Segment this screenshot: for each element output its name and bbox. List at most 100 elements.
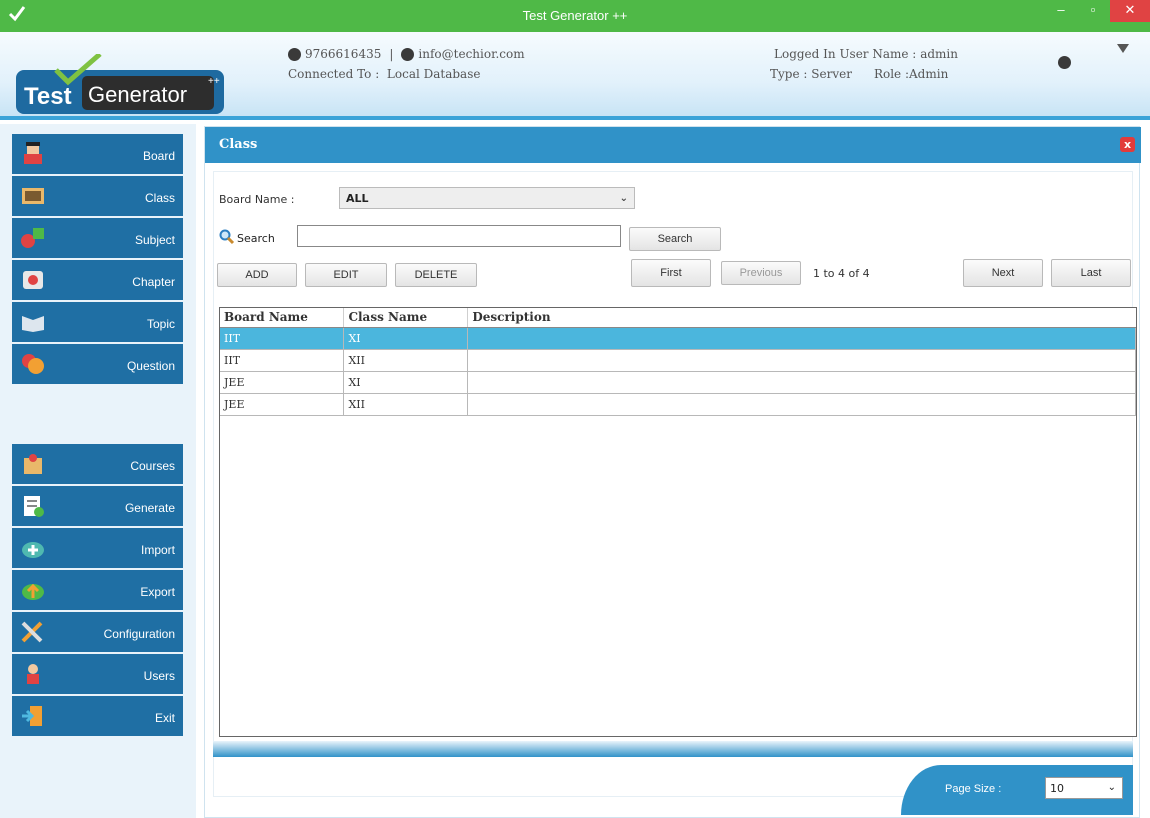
sidebar-item-label: Subject xyxy=(134,233,175,247)
search-label: Search xyxy=(237,232,275,245)
cell-class-name: XI xyxy=(343,327,469,350)
sidebar-item-generate[interactable]: Generate xyxy=(12,486,183,528)
cell-board-name: JEE xyxy=(220,393,345,416)
connected-value: Local Database xyxy=(386,67,481,81)
column-header-class-name[interactable]: Class Name xyxy=(343,308,469,328)
search-icon xyxy=(219,229,235,245)
sidebar-item-label: Export xyxy=(140,585,175,599)
panel-footer-bar xyxy=(213,741,1133,757)
board-name-select[interactable]: ALL ⌄ xyxy=(339,187,635,209)
cell-class-name: XI xyxy=(343,371,469,394)
export-icon xyxy=(22,583,44,600)
sidebar-item-label: Users xyxy=(143,669,175,683)
cell-description xyxy=(467,371,1136,394)
table-row[interactable]: IIT XII xyxy=(220,349,1136,372)
sidebar-item-chapter[interactable]: Chapter xyxy=(12,260,183,302)
sidebar-item-users[interactable]: Users xyxy=(12,654,183,696)
courses-icon xyxy=(24,454,42,474)
class-table-grid: Board Name Class Name Description IIT XI… xyxy=(220,308,1136,416)
sidebar-item-export[interactable]: Export xyxy=(12,570,183,612)
close-window-button[interactable]: ✕ xyxy=(1110,0,1150,22)
next-button[interactable]: Next xyxy=(963,259,1043,287)
skype-icon xyxy=(401,47,415,61)
cell-board-name: JEE xyxy=(220,371,345,394)
class-icon xyxy=(22,188,44,204)
generate-icon xyxy=(24,496,44,517)
column-header-description[interactable]: Description xyxy=(467,308,1136,328)
close-panel-icon[interactable]: x xyxy=(1120,137,1135,152)
sidebar-item-label: Generate xyxy=(124,501,175,515)
test-generator-logo: Test Generator ++ xyxy=(16,54,224,114)
users-icon xyxy=(27,664,39,684)
logo-text-test: Test xyxy=(24,83,72,110)
window-title: Test Generator ++ xyxy=(522,8,628,23)
email-address: info@techior.com xyxy=(418,47,525,61)
cell-board-name: IIT xyxy=(220,327,345,350)
chevron-down-icon: ⌄ xyxy=(619,193,628,204)
page-size-value: 10 xyxy=(1050,782,1064,795)
header-dropdown-icon[interactable] xyxy=(1117,44,1129,53)
sidebar-item-question[interactable]: Question xyxy=(12,344,183,386)
sidebar-item-courses[interactable]: Courses xyxy=(12,444,183,486)
first-button[interactable]: First xyxy=(631,259,711,287)
logged-in-user: admin xyxy=(920,47,958,61)
class-table: Board Name Class Name Description IIT XI… xyxy=(219,307,1137,737)
sidebar-item-configuration[interactable]: Configuration xyxy=(12,612,183,654)
contact-info: 9766616435 | info@techior.com Connected … xyxy=(288,44,525,84)
page-size-label: Page Size : xyxy=(945,783,1002,795)
panel-header: Class x xyxy=(205,127,1141,163)
sidebar-item-import[interactable]: Import xyxy=(12,528,183,570)
phone-icon xyxy=(288,47,301,61)
cell-class-name: XII xyxy=(343,393,469,416)
panel-title: Class xyxy=(219,137,258,152)
type-value: Server xyxy=(811,67,852,81)
board-name-label: Board Name : xyxy=(219,193,295,206)
pager-status: 1 to 4 of 4 xyxy=(813,267,870,280)
column-header-board-name[interactable]: Board Name xyxy=(220,308,345,328)
table-row[interactable]: JEE XI xyxy=(220,371,1136,394)
table-row[interactable]: JEE XII xyxy=(220,393,1136,416)
page-size-select[interactable]: 10 ⌄ xyxy=(1045,777,1123,799)
sidebar-item-label: Board xyxy=(142,149,175,163)
title-bar: Test Generator ++ ‒ ▫ ✕ xyxy=(0,0,1150,32)
type-label: Type : xyxy=(770,67,808,81)
sidebar-item-label: Class xyxy=(144,191,175,205)
user-icon xyxy=(1058,56,1071,69)
exit-icon xyxy=(22,706,42,726)
sidebar-secondary-nav: Courses Generate Import Export Configura… xyxy=(12,444,183,738)
import-icon xyxy=(22,542,44,558)
contact-separator: | xyxy=(389,47,394,61)
table-row[interactable]: IIT XI xyxy=(220,327,1136,350)
delete-button[interactable]: DELETE xyxy=(395,263,477,287)
sidebar-item-exit[interactable]: Exit xyxy=(12,696,183,738)
role-label: Role : xyxy=(873,67,910,81)
chevron-down-icon: ⌄ xyxy=(1107,782,1116,793)
board-name-value: ALL xyxy=(346,192,369,205)
connected-label: Connected To : xyxy=(288,67,380,81)
edit-button[interactable]: EDIT xyxy=(305,263,387,287)
question-icon xyxy=(22,354,44,374)
sidebar-item-subject[interactable]: Subject xyxy=(12,218,183,260)
topic-icon xyxy=(22,316,44,332)
search-input[interactable] xyxy=(297,225,621,247)
sidebar-item-label: Import xyxy=(140,543,175,557)
previous-button[interactable]: Previous xyxy=(721,261,801,285)
cell-class-name: XII xyxy=(343,349,469,372)
sidebar-item-board[interactable]: Board xyxy=(12,134,183,176)
search-button[interactable]: Search xyxy=(629,227,721,251)
maximize-button[interactable]: ▫ xyxy=(1078,0,1108,22)
sidebar-item-topic[interactable]: Topic xyxy=(12,302,183,344)
user-info: Logged In User Name : admin Type : Serve… xyxy=(770,44,1071,84)
sidebar-item-label: Exit xyxy=(154,711,175,725)
last-button[interactable]: Last xyxy=(1051,259,1131,287)
add-button[interactable]: ADD xyxy=(217,263,297,287)
sidebar-item-class[interactable]: Class xyxy=(12,176,183,218)
sidebar-item-label: Chapter xyxy=(132,275,175,289)
sidebar-item-label: Topic xyxy=(146,317,175,331)
minimize-button[interactable]: ‒ xyxy=(1046,0,1076,22)
sidebar-item-label: Question xyxy=(126,359,175,373)
role-value: Admin xyxy=(909,67,949,81)
sidebar: Board Class Subject Chapter Topic Questi… xyxy=(0,124,196,818)
sidebar-item-label: Configuration xyxy=(103,627,175,641)
subject-icon xyxy=(21,228,44,248)
